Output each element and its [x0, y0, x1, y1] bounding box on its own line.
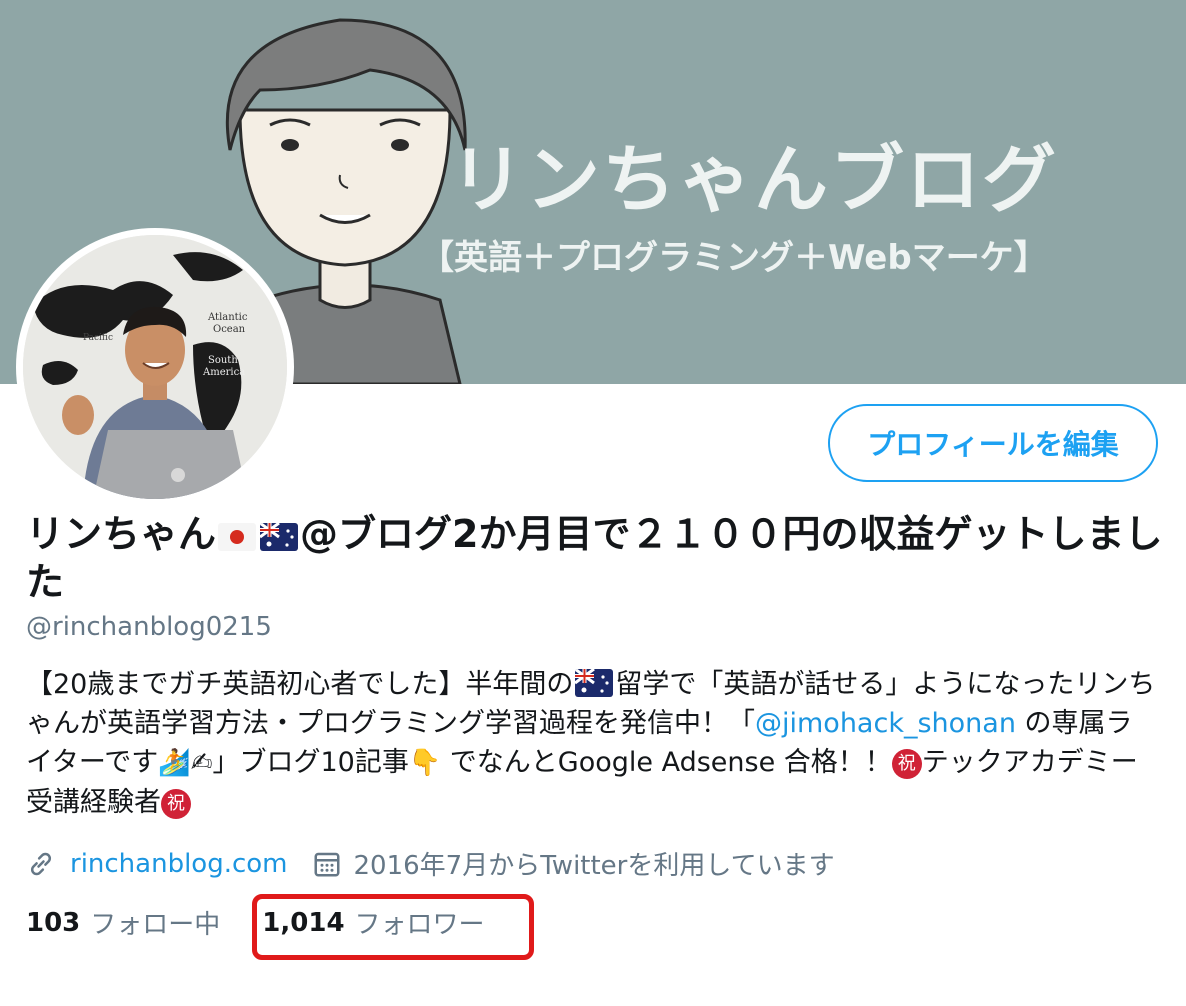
link-icon	[30, 852, 52, 875]
profile-bio: 【20歳までガチ英語初心者でした】半年間の 留学で「英語が話せる」ようになったリン…	[26, 665, 1156, 822]
svg-text:South: South	[208, 355, 238, 366]
bio-text-1: 【20歳までガチ英語初心者でした】半年間の	[26, 669, 574, 700]
display-name-prefix: リンちゃん	[26, 512, 217, 556]
bio-text-4: 」ブログ10記事	[212, 747, 409, 778]
following-label: フォロー中	[90, 910, 221, 940]
australia-flag-icon	[575, 669, 614, 697]
writing-hand-emoji: ✍	[190, 748, 213, 778]
edit-profile-button[interactable]: プロフィールを編集	[828, 404, 1158, 482]
display-name: リンちゃん @ブログ2か月目で２１００円の収益ゲットしました	[26, 510, 1166, 606]
svg-text:Pacific: Pacific	[83, 333, 113, 343]
congratulations-icon: 祝	[161, 789, 191, 819]
avatar-photo: Atlantic Ocean South America Pacific	[23, 235, 287, 499]
svg-text:Ocean: Ocean	[213, 324, 246, 335]
following-link[interactable]: 103 フォロー中	[26, 904, 220, 941]
profile-avatar[interactable]: Atlantic Ocean South America Pacific	[16, 228, 294, 506]
profile-meta: rinchanblog.com 2016年7月からTwitterを利用しています	[26, 845, 835, 882]
pointing-down-emoji: 👇	[408, 748, 442, 778]
svg-text:America: America	[202, 367, 245, 378]
bio-text-5: でなんとGoogle Adsense 合格！！	[441, 747, 892, 778]
japan-flag-icon	[218, 523, 257, 551]
joined-date: 2016年7月からTwitterを利用しています	[353, 851, 835, 881]
following-count: 103	[26, 907, 81, 938]
banner-subtitle: 【英語＋プログラミング＋Webマーケ】	[420, 238, 1048, 278]
mention-link[interactable]: @jimohack_shonan	[755, 708, 1016, 739]
svg-text:Atlantic: Atlantic	[207, 312, 248, 323]
surfer-emoji: 🏄	[158, 748, 191, 778]
calendar-icon	[314, 852, 340, 876]
congratulations-icon: 祝	[891, 749, 922, 779]
followers-highlight-box	[252, 894, 534, 960]
australia-flag-icon	[260, 523, 299, 551]
banner-title: リンちゃんブログ	[450, 137, 1058, 223]
website-link[interactable]: rinchanblog.com	[70, 849, 288, 879]
profile-handle: @rinchanblog0215	[26, 612, 272, 642]
